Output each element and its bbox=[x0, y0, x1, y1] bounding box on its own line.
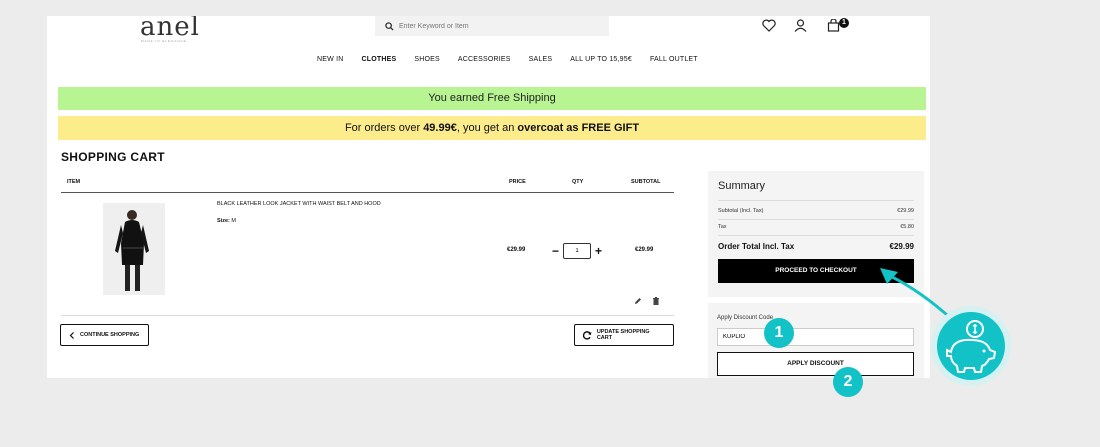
savings-badge bbox=[931, 306, 1011, 386]
piggy-bank-icon bbox=[946, 320, 997, 373]
pointer-arrow bbox=[880, 268, 957, 324]
piggy-bank-circle bbox=[937, 312, 1005, 380]
